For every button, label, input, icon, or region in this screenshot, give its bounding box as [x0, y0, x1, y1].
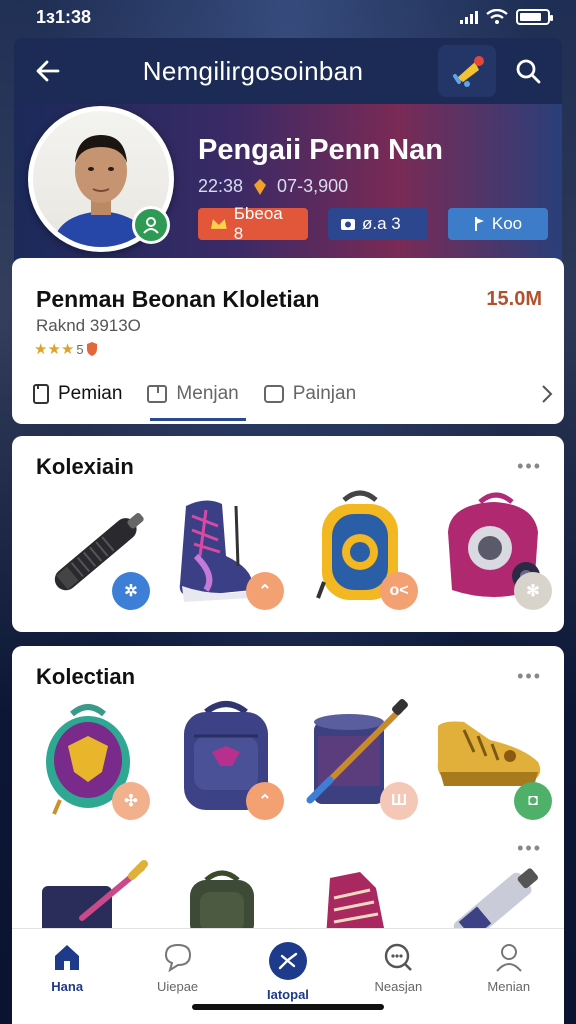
shield-icon	[86, 342, 97, 356]
status-icons	[460, 9, 553, 25]
person-icon	[495, 944, 522, 972]
badge-flag-label: Koo	[491, 214, 523, 233]
nav-profile-label: Menian	[487, 979, 531, 994]
notification-button[interactable]	[438, 45, 496, 97]
crown-icon	[210, 219, 227, 229]
item-pink-bag[interactable]: ✻	[434, 486, 554, 612]
bell-icon	[453, 56, 484, 87]
item-badge: ✣	[112, 782, 150, 820]
tab-menjan-label: Menjan	[176, 383, 239, 404]
phone-icon	[33, 384, 49, 404]
chat-icon	[164, 943, 191, 973]
collection-summary-card: Penmaн Beonan Kloletian 15.0M Raknd 3913…	[12, 258, 564, 424]
item-partial-3[interactable]	[300, 858, 420, 928]
nav-profile[interactable]: Menian	[464, 941, 554, 1024]
tab-painjan[interactable]: Painjan	[263, 383, 356, 405]
item-partial-2[interactable]	[166, 858, 286, 928]
status-bar: 1з1:38	[0, 0, 576, 34]
arrow-left-icon	[36, 60, 60, 82]
item-badge: ✲	[112, 572, 150, 610]
nav-home-label: Hana	[51, 979, 84, 994]
badge-crown[interactable]: Бbeoa 8	[198, 204, 308, 243]
summary-value: 15.0M	[486, 288, 542, 310]
collection-items: ✣ ⌃ Ш ◘	[32, 696, 554, 822]
item-yellow-backpack[interactable]: o<	[300, 486, 420, 612]
star-icon: ★★★	[34, 341, 75, 358]
nav-center[interactable]: Iatopal	[243, 941, 333, 1024]
collection-section-1: Kolexiain ••• ✲ ⌃ o< ✻	[12, 436, 564, 632]
chevron-right-icon[interactable]	[540, 384, 554, 404]
item-badge: ⌃	[246, 572, 284, 610]
app-bar: Nemgilirgosoinban	[14, 38, 562, 104]
search-chat-icon	[385, 943, 413, 971]
collection-section-2: Kolectian ••• ✣ ⌃ Ш ◘ •••	[12, 646, 564, 946]
player-stats: 22:38 07-3,900	[198, 176, 348, 197]
page-title: Nemgilirgosoinban	[142, 55, 364, 86]
person-check-icon	[143, 217, 159, 234]
collection-title: Kolectian	[36, 664, 136, 689]
status-time: 1з1:38	[36, 6, 91, 27]
nav-search-chat[interactable]: Neasjan	[353, 941, 443, 1024]
item-partial-4[interactable]	[434, 858, 554, 928]
nav-center-label: Iatopal	[267, 987, 309, 1002]
nav-chat[interactable]: Uiepae	[133, 941, 223, 1024]
more-options-button-2[interactable]: •••	[517, 838, 542, 859]
battery-icon	[516, 9, 553, 25]
collection-items-row-2	[32, 858, 554, 928]
item-bat-bucket[interactable]: Ш	[300, 696, 420, 822]
collection-tabs: Pemian Menjan Painjan	[32, 374, 554, 414]
search-button[interactable]	[508, 51, 548, 91]
badge-flag[interactable]: Koo	[448, 208, 548, 240]
card-icon	[147, 385, 168, 403]
summary-title: Penmaн Beonan Kloletian	[36, 286, 320, 312]
item-badge: Ш	[380, 782, 418, 820]
active-tab-indicator	[150, 418, 246, 421]
camera-icon	[341, 219, 355, 230]
compass-icon	[268, 942, 307, 980]
home-indicator	[192, 1004, 384, 1010]
item-sneaker[interactable]: ⌃	[166, 486, 286, 612]
search-icon	[516, 59, 541, 84]
wifi-icon	[486, 9, 508, 24]
more-options-button[interactable]: •••	[517, 666, 542, 687]
tab-pemian-label: Pemian	[58, 383, 123, 404]
item-navy-backpack[interactable]: ⌃	[166, 696, 286, 822]
profile-badges: Бbeoa 8 ø.a 3 Koo	[198, 204, 548, 243]
flag-icon	[474, 217, 484, 231]
stat-a: 22:38	[198, 176, 244, 196]
profile-header: Pengaii Penn Nan 22:38 07-3,900 Бbeoa 8 …	[14, 104, 562, 264]
signal-icon	[460, 10, 478, 24]
stat-b: 07-3,900	[277, 176, 349, 196]
summary-rank: Raknd 3913O	[36, 316, 141, 335]
rating-text: 5	[76, 341, 84, 357]
item-purple-shield-bag[interactable]: ✣	[32, 696, 152, 822]
home-icon	[55, 945, 80, 970]
tab-painjan-label: Painjan	[292, 383, 357, 404]
item-badge: ◘	[514, 782, 552, 820]
item-badge: ✻	[514, 572, 552, 610]
rating-stars: ★★★ 5	[34, 340, 98, 358]
badge-camera-label: ø.a 3	[362, 214, 401, 233]
item-partial-1[interactable]	[32, 858, 152, 928]
more-options-button[interactable]: •••	[517, 456, 542, 477]
nav-chat-label: Uiepae	[156, 979, 199, 994]
badge-crown-label: Бbeoa 8	[233, 204, 283, 243]
box-icon	[263, 385, 284, 403]
collection-items: ✲ ⌃ o< ✻	[32, 486, 554, 612]
badge-camera[interactable]: ø.a 3	[328, 208, 428, 240]
nav-home[interactable]: Hana	[22, 941, 112, 1024]
coin-icon	[254, 178, 267, 195]
tab-menjan[interactable]: Menjan	[146, 383, 239, 405]
verified-badge	[132, 206, 170, 244]
avatar[interactable]	[28, 106, 174, 252]
collection-title: Kolexiain	[36, 454, 134, 479]
tab-pemian[interactable]: Pemian	[32, 383, 122, 405]
back-button[interactable]	[28, 51, 68, 91]
nav-search-chat-label: Neasjan	[374, 979, 423, 994]
item-black-bat[interactable]: ✲	[32, 486, 152, 612]
item-gold-shoe[interactable]: ◘	[434, 696, 554, 822]
player-name: Pengaii Penn Nan	[198, 134, 443, 166]
item-badge: o<	[380, 572, 418, 610]
item-badge: ⌃	[246, 782, 284, 820]
